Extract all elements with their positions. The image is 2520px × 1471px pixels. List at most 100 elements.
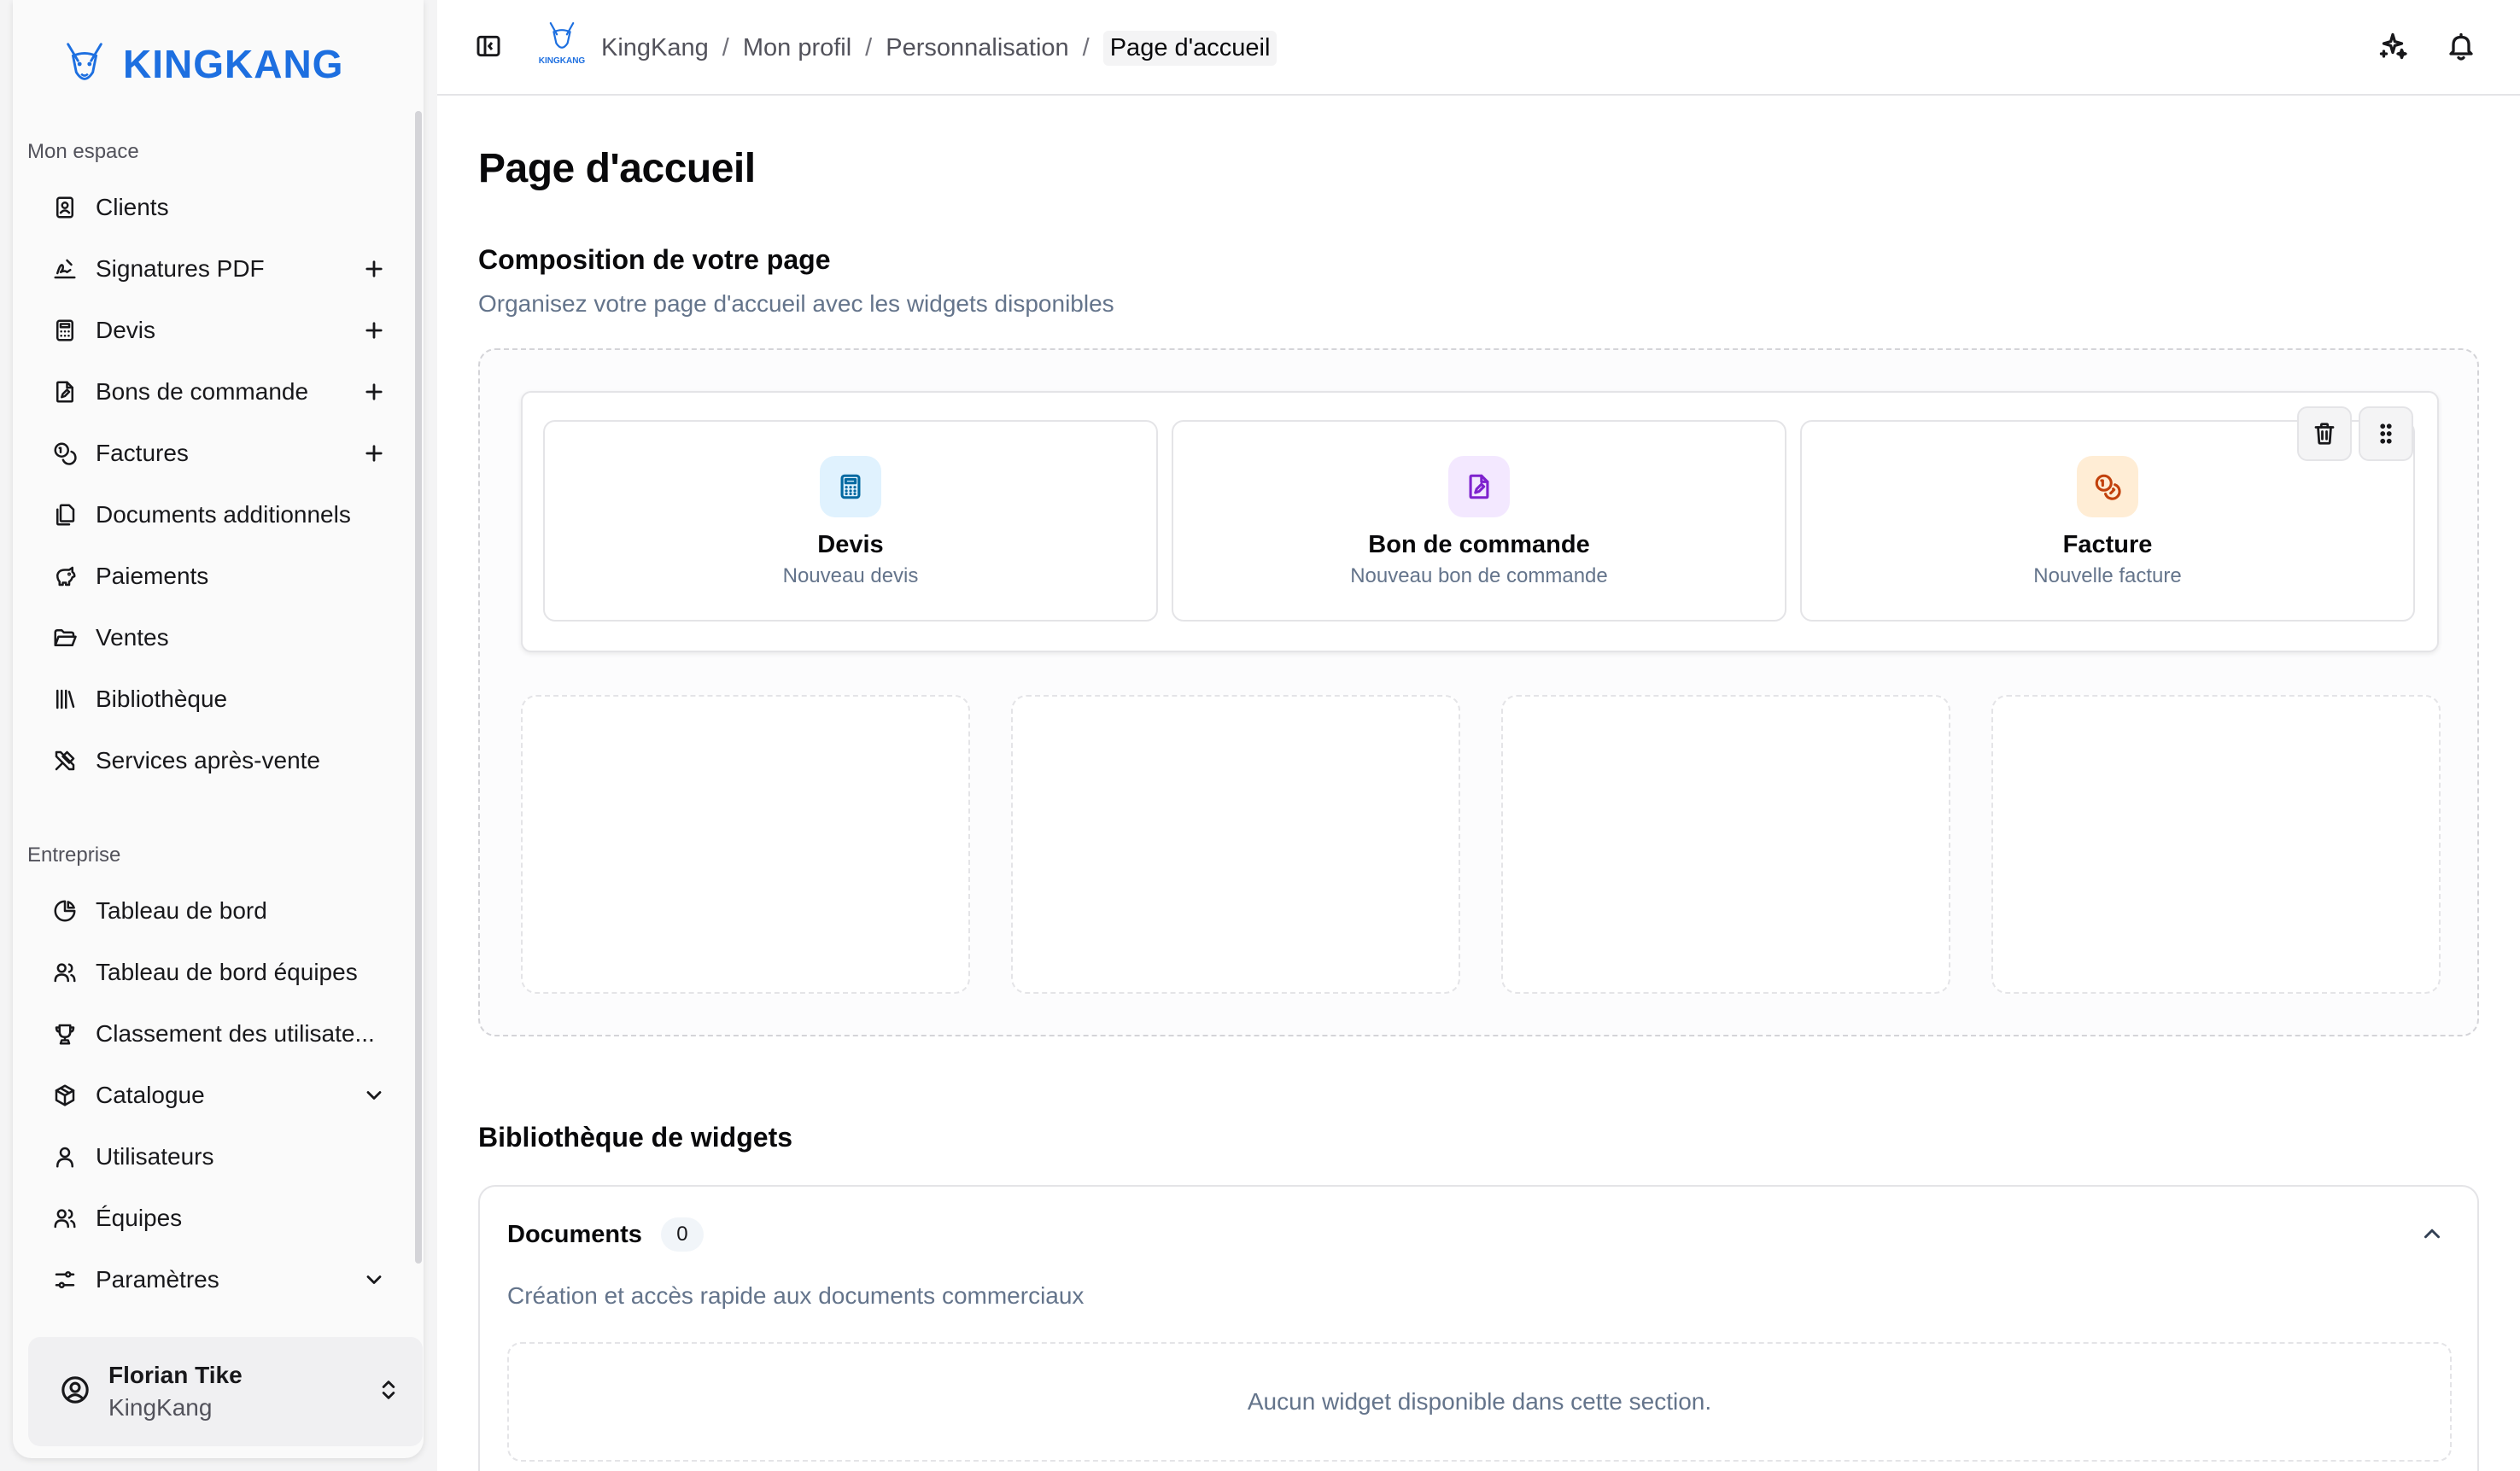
sidebar-item-paiements[interactable]: Paiements — [26, 546, 401, 607]
plus-icon[interactable] — [359, 377, 389, 407]
sidebar-item-label: Utilisateurs — [96, 1143, 214, 1170]
plus-icon[interactable] — [359, 315, 389, 346]
sidebar-item-documents-additionnels[interactable]: Documents additionnels — [26, 484, 401, 546]
widget-badge — [1448, 456, 1510, 517]
widget-row-documents[interactable]: Devis Nouveau devis Bon de commande Nouv… — [521, 391, 2439, 652]
composition-dropzone[interactable]: Devis Nouveau devis Bon de commande Nouv… — [478, 348, 2479, 1036]
sidebar-item-ventes[interactable]: Ventes — [26, 607, 401, 668]
brand-name: KINGKANG — [123, 42, 344, 86]
kangaroo-logo-icon — [67, 43, 102, 80]
sidebar-item-bons-de-commande[interactable]: Bons de commande — [26, 361, 401, 423]
user-name: Florian Tike — [108, 1362, 243, 1388]
sidebar-item-label: Ventes — [96, 624, 169, 651]
breadcrumb-item[interactable]: KingKang — [601, 34, 709, 62]
widget-library-documents: Documents 0 Création et accès rapide aux… — [478, 1185, 2479, 1471]
widget-badge — [820, 456, 881, 517]
widget-badge — [2077, 456, 2138, 517]
sidebar-item-label: Tableau de bord — [96, 897, 267, 924]
breadcrumb-item[interactable]: Personnalisation — [886, 34, 1068, 62]
sidebar-item-label: Bons de commande — [96, 378, 309, 405]
signature-icon — [51, 255, 79, 283]
chevrons-up-down-icon — [377, 1378, 423, 1406]
section-label-personal: Mon espace — [27, 140, 139, 163]
sidebar-item-clients[interactable]: Clients — [26, 177, 401, 238]
delete-widget-button[interactable] — [2297, 406, 2352, 461]
sidebar-scrollbar[interactable] — [415, 111, 422, 1264]
sidebar: KINGKANG Mon espace Clients Signatures PD… — [13, 0, 424, 1458]
sidebar-item-param-tres[interactable]: Paramètres — [26, 1249, 401, 1310]
calculator-icon — [51, 317, 79, 344]
breadcrumb-item[interactable]: Mon profil — [743, 34, 851, 62]
sidebar-item-tableau-de-bord-quipes[interactable]: Tableau de bord équipes — [26, 942, 401, 1003]
widget-card-bon-de-commande[interactable]: Bon de commande Nouveau bon de commande — [1172, 420, 1786, 622]
sidebar-item-utilisateurs[interactable]: Utilisateurs — [26, 1126, 401, 1188]
breadcrumb: KingKang / Mon profil / Personnalisation… — [601, 31, 1278, 66]
widget-card-devis[interactable]: Devis Nouveau devis — [543, 420, 1158, 622]
brand-logo[interactable]: KINGKANG — [60, 34, 343, 94]
chevron-up-icon[interactable] — [2419, 1221, 2450, 1252]
library-icon — [51, 686, 79, 713]
sidebar-item-biblioth-que[interactable]: Bibliothèque — [26, 668, 401, 730]
drag-handle-button[interactable] — [2359, 406, 2413, 461]
bell-icon[interactable] — [2446, 31, 2478, 63]
sidebar-item-label: Paiements — [96, 563, 209, 589]
sidebar-item-services-apr-s-vente[interactable]: Services après-vente — [26, 730, 401, 791]
tools-icon — [51, 747, 79, 774]
breadcrumb-logo[interactable]: KINGKANG — [531, 20, 593, 72]
widget-description: Nouveau devis — [782, 564, 919, 587]
sidebar-item-devis[interactable]: Devis — [26, 300, 401, 361]
composition-subtitle: Organisez votre page d'accueil avec les … — [478, 290, 1114, 317]
breadcrumb-current: Page d'accueil — [1102, 31, 1278, 66]
breadcrumb-logo-text: KINGKANG — [538, 56, 586, 66]
file-signature-icon — [1469, 474, 1489, 499]
pie-chart-icon — [51, 897, 79, 925]
user-company: KingKang — [108, 1394, 213, 1421]
sidebar-item-label: Bibliothèque — [96, 686, 228, 712]
widget-title: Facture — [2062, 531, 2153, 558]
sidebar-item-catalogue[interactable]: Catalogue — [26, 1065, 401, 1126]
page-title: Page d'accueil — [478, 146, 756, 191]
empty-widget-slot[interactable] — [1011, 695, 1460, 994]
library-empty-state: Aucun widget disponible dans cette secti… — [507, 1342, 2452, 1462]
sidebar-item-label: Factures — [96, 440, 189, 466]
coins-icon — [2095, 474, 2121, 500]
coins-icon — [51, 440, 79, 467]
user-menu[interactable]: Florian Tike KingKang — [28, 1337, 423, 1446]
users-icon — [51, 959, 79, 986]
kangaroo-logo-icon — [549, 22, 575, 49]
plus-icon[interactable] — [359, 438, 389, 469]
composition-title: Composition de votre page — [478, 244, 831, 275]
widget-description: Nouveau bon de commande — [1350, 564, 1608, 587]
file-signature-icon — [51, 378, 79, 406]
sidebar-item-label: Tableau de bord équipes — [96, 959, 358, 985]
topbar: KINGKANG KingKang / Mon profil / Personn… — [437, 0, 2520, 96]
empty-widget-slot[interactable] — [521, 695, 970, 994]
empty-widget-slot[interactable] — [1501, 695, 1950, 994]
chevron-down-icon[interactable] — [359, 1080, 389, 1111]
files-icon — [51, 501, 79, 528]
breadcrumb-separator: / — [1082, 34, 1090, 61]
users-icon — [51, 1205, 79, 1232]
nav-company: Tableau de bord Tableau de bord équipes Cl… — [26, 880, 401, 1310]
grip-vertical-icon — [2380, 423, 2392, 444]
sparkles-icon[interactable] — [2377, 31, 2410, 63]
sidebar-item-classement-des-utilisate[interactable]: Classement des utilisate... — [26, 1003, 401, 1065]
trash-icon — [2314, 423, 2335, 445]
empty-widget-slot[interactable] — [1991, 695, 2441, 994]
sidebar-item-signatures-pdf[interactable]: Signatures PDF — [26, 238, 401, 300]
sidebar-item-tableau-de-bord[interactable]: Tableau de bord — [26, 880, 401, 942]
plus-icon[interactable] — [359, 254, 389, 284]
package-icon — [51, 1082, 79, 1109]
section-label-company: Entreprise — [27, 843, 121, 867]
library-section-description: Création et accès rapide aux documents c… — [507, 1282, 1085, 1309]
sidebar-item-label: Documents additionnels — [96, 501, 351, 528]
sidebar-item-label: Clients — [96, 194, 169, 220]
library-section-header[interactable]: Documents 0 — [507, 1217, 704, 1252]
sidebar-item-factures[interactable]: Factures — [26, 423, 401, 484]
sidebar-toggle-icon[interactable] — [475, 32, 506, 63]
sidebar-item-quipes[interactable]: Équipes — [26, 1188, 401, 1249]
chevron-down-icon[interactable] — [359, 1264, 389, 1295]
nav-personal: Clients Signatures PDF Devis Bons de comman… — [26, 177, 401, 791]
piggy-bank-icon — [51, 563, 79, 590]
library-title: Bibliothèque de widgets — [478, 1122, 793, 1153]
